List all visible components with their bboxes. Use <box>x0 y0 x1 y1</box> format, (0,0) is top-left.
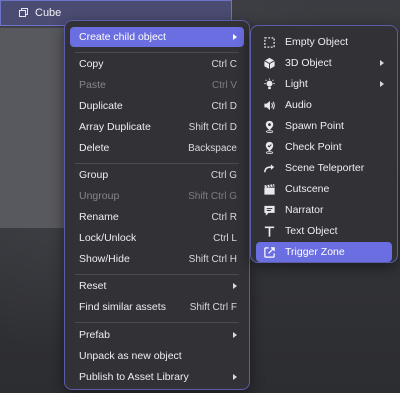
cube-3d-icon <box>262 56 276 70</box>
menu-item-shortcut: Ctrl V <box>212 79 237 91</box>
menu-item-copy[interactable]: Copy Ctrl C <box>70 54 244 74</box>
menu-item-shortcut: Shift Ctrl G <box>188 190 237 202</box>
menu-item-label: Duplicate <box>79 100 123 112</box>
menu-item-unpack-as-new-object[interactable]: Unpack as new object <box>70 346 244 366</box>
submenu-item-audio[interactable]: Audio <box>256 95 392 115</box>
submenu-item-label: Text Object <box>285 225 338 237</box>
hierarchy-item-label: Cube <box>35 7 62 19</box>
forward-arrow-icon <box>262 161 276 175</box>
speech-bubble-icon <box>262 203 276 217</box>
submenu-item-label: Scene Teleporter <box>285 162 365 174</box>
text-t-icon <box>262 224 276 238</box>
chevron-right-icon <box>233 374 237 380</box>
menu-item-label: Delete <box>79 142 110 154</box>
menu-item-shortcut: Shift Ctrl H <box>188 253 237 265</box>
submenu-item-spawn-point[interactable]: Spawn Point <box>256 116 392 136</box>
submenu-item-light[interactable]: Light <box>256 74 392 94</box>
submenu-item-check-point[interactable]: Check Point <box>256 137 392 157</box>
menu-item-shortcut: Ctrl G <box>210 169 237 181</box>
trigger-zone-icon <box>262 245 276 259</box>
submenu-item-label: Trigger Zone <box>285 246 345 258</box>
menu-item-label: Create child object <box>79 31 166 43</box>
menu-item-label: Show/Hide <box>79 253 130 265</box>
submenu-item-label: Audio <box>285 99 312 111</box>
menu-item-publish-to-asset-library[interactable]: Publish to Asset Library <box>70 367 244 387</box>
menu-item-create-child-object[interactable]: Create child object <box>70 27 244 47</box>
menu-item-shortcut: Ctrl L <box>213 232 237 244</box>
chevron-right-icon <box>233 283 237 289</box>
context-menu: Create child object Copy Ctrl C Paste Ct… <box>64 20 250 390</box>
menu-separator <box>75 52 239 53</box>
clapperboard-icon <box>262 182 276 196</box>
speaker-icon <box>262 98 276 112</box>
dashed-square-icon <box>262 35 276 49</box>
submenu-item-cutscene[interactable]: Cutscene <box>256 179 392 199</box>
menu-item-array-duplicate[interactable]: Array Duplicate Shift Ctrl D <box>70 117 244 137</box>
menu-item-label: Prefab <box>79 329 110 341</box>
menu-item-lock-unlock[interactable]: Lock/Unlock Ctrl L <box>70 228 244 248</box>
menu-item-rename[interactable]: Rename Ctrl R <box>70 207 244 227</box>
submenu-item-scene-teleporter[interactable]: Scene Teleporter <box>256 158 392 178</box>
menu-separator <box>75 274 239 275</box>
menu-item-duplicate[interactable]: Duplicate Ctrl D <box>70 96 244 116</box>
submenu-item-3d-object[interactable]: 3D Object <box>256 53 392 73</box>
menu-item-group[interactable]: Group Ctrl G <box>70 165 244 185</box>
menu-item-label: Reset <box>79 280 107 292</box>
menu-item-ungroup: Ungroup Shift Ctrl G <box>70 186 244 206</box>
submenu-item-label: Narrator <box>285 204 324 216</box>
menu-item-shortcut: Ctrl D <box>211 100 237 112</box>
submenu-item-label: Light <box>285 78 308 90</box>
submenu-item-label: 3D Object <box>285 57 332 69</box>
menu-item-prefab[interactable]: Prefab <box>70 325 244 345</box>
chevron-right-icon <box>380 60 384 66</box>
menu-separator <box>75 322 239 323</box>
lightbulb-icon <box>262 77 276 91</box>
menu-item-delete[interactable]: Delete Backspace <box>70 138 244 158</box>
menu-item-shortcut: Shift Ctrl D <box>188 121 237 133</box>
chevron-right-icon <box>233 332 237 338</box>
submenu-item-label: Spawn Point <box>285 120 344 132</box>
submenu-item-text-object[interactable]: Text Object <box>256 221 392 241</box>
menu-item-label: Copy <box>79 58 104 70</box>
menu-item-label: Ungroup <box>79 190 120 202</box>
menu-item-shortcut: Ctrl C <box>211 58 237 70</box>
menu-item-label: Publish to Asset Library <box>79 371 189 383</box>
menu-item-label: Lock/Unlock <box>79 232 137 244</box>
menu-item-label: Rename <box>79 211 119 223</box>
submenu-item-trigger-zone[interactable]: Trigger Zone <box>256 242 392 262</box>
hierarchy-panel <box>0 28 64 228</box>
menu-item-label: Paste <box>79 79 106 91</box>
menu-item-find-similar-assets[interactable]: Find similar assets Shift Ctrl F <box>70 297 244 317</box>
menu-separator <box>75 163 239 164</box>
map-pin-icon <box>262 119 276 133</box>
chevron-right-icon <box>380 81 384 87</box>
submenu-item-label: Check Point <box>285 141 342 153</box>
menu-item-shortcut: Backspace <box>188 142 237 154</box>
chevron-right-icon <box>233 34 237 40</box>
menu-item-paste: Paste Ctrl V <box>70 75 244 95</box>
menu-item-shortcut: Shift Ctrl F <box>189 301 237 313</box>
check-pin-icon <box>262 140 276 154</box>
menu-item-shortcut: Ctrl R <box>211 211 237 223</box>
cube-icon <box>19 8 29 18</box>
menu-item-label: Find similar assets <box>79 301 166 313</box>
create-child-submenu: Empty Object 3D Object Light Audio Spawn… <box>250 25 398 263</box>
menu-item-reset[interactable]: Reset <box>70 276 244 296</box>
submenu-item-empty-object[interactable]: Empty Object <box>256 32 392 52</box>
submenu-item-label: Cutscene <box>285 183 330 195</box>
menu-item-show-hide[interactable]: Show/Hide Shift Ctrl H <box>70 249 244 269</box>
submenu-item-label: Empty Object <box>285 36 349 48</box>
menu-item-label: Group <box>79 169 109 181</box>
submenu-item-narrator[interactable]: Narrator <box>256 200 392 220</box>
menu-item-label: Unpack as new object <box>79 350 182 362</box>
menu-item-label: Array Duplicate <box>79 121 151 133</box>
